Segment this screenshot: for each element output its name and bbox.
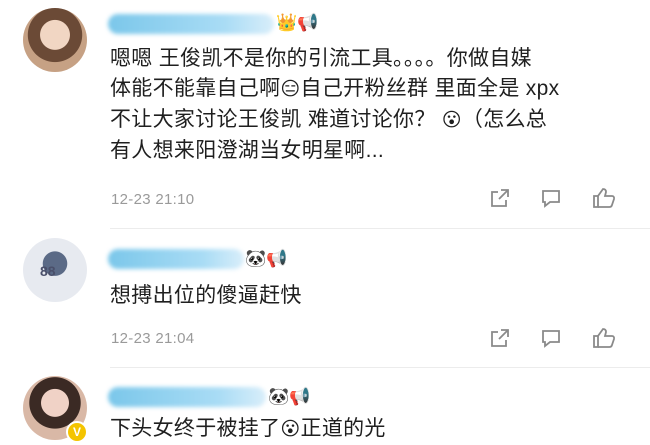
timestamp: 12-23 21:04 [111, 330, 195, 347]
avatar[interactable] [23, 8, 87, 72]
fan-badges: 🐼📢 [245, 249, 288, 268]
fan-badges: 🐼📢 [268, 387, 311, 406]
comment-text-segment: 自己开粉丝群 里面全是 xpx [300, 77, 560, 100]
comment-actions [488, 326, 628, 352]
emoji-surprised-icon: 😮 [280, 419, 301, 440]
share-icon[interactable] [488, 186, 512, 210]
username-blurred[interactable] [108, 387, 266, 407]
comment-line: 有人想来阳澄湖当女明星啊... [110, 139, 385, 162]
like-icon[interactable] [591, 326, 617, 350]
share-icon[interactable] [488, 326, 512, 350]
comment-line: 不让大家讨论王俊凯 难道讨论你？ 😮（怎么总 [110, 105, 630, 136]
like-icon[interactable] [591, 186, 617, 210]
divider [110, 367, 650, 368]
avatar[interactable]: 88 [23, 238, 87, 302]
comment-text: 下头女终于被挂了😮正道的光 [110, 414, 630, 445]
comment-line: 嗯嗯 王俊凯不是你的引流工具。。。。你做自媒 [110, 47, 532, 70]
comment-text: 嗯嗯 王俊凯不是你的引流工具。。。。你做自媒 体能不能靠自己啊😑自己开粉丝群 里… [110, 44, 630, 166]
comment-text: 想搏出位的傻逼赶快 [110, 284, 302, 307]
comment-icon[interactable] [539, 326, 563, 350]
username-blurred[interactable] [108, 249, 244, 269]
timestamp: 12-23 21:10 [111, 191, 195, 208]
comment-line: 体能不能靠自己啊😑自己开粉丝群 里面全是 xpx [110, 74, 630, 105]
comment-text-segment: 正道的光 [300, 417, 386, 440]
fan-badges: 👑📢 [276, 13, 319, 32]
divider [110, 228, 650, 229]
comment-actions [488, 186, 628, 212]
comment-text-segment: （怎么总 [461, 108, 548, 131]
emoji-unamused-icon: 😑 [280, 79, 301, 100]
comment-icon[interactable] [539, 186, 563, 210]
verified-badge-icon: V [66, 421, 88, 443]
username-blurred[interactable] [108, 14, 274, 34]
avatar-jersey-number: 88 [40, 263, 56, 279]
comment-text-segment: 不让大家讨论王俊凯 难道讨论你？ [110, 108, 436, 131]
comment-text-segment: 体能不能靠自己啊 [110, 77, 281, 100]
comment-text-segment: 下头女终于被挂了 [110, 417, 281, 440]
emoji-surprised-icon: 😮 [441, 110, 462, 131]
